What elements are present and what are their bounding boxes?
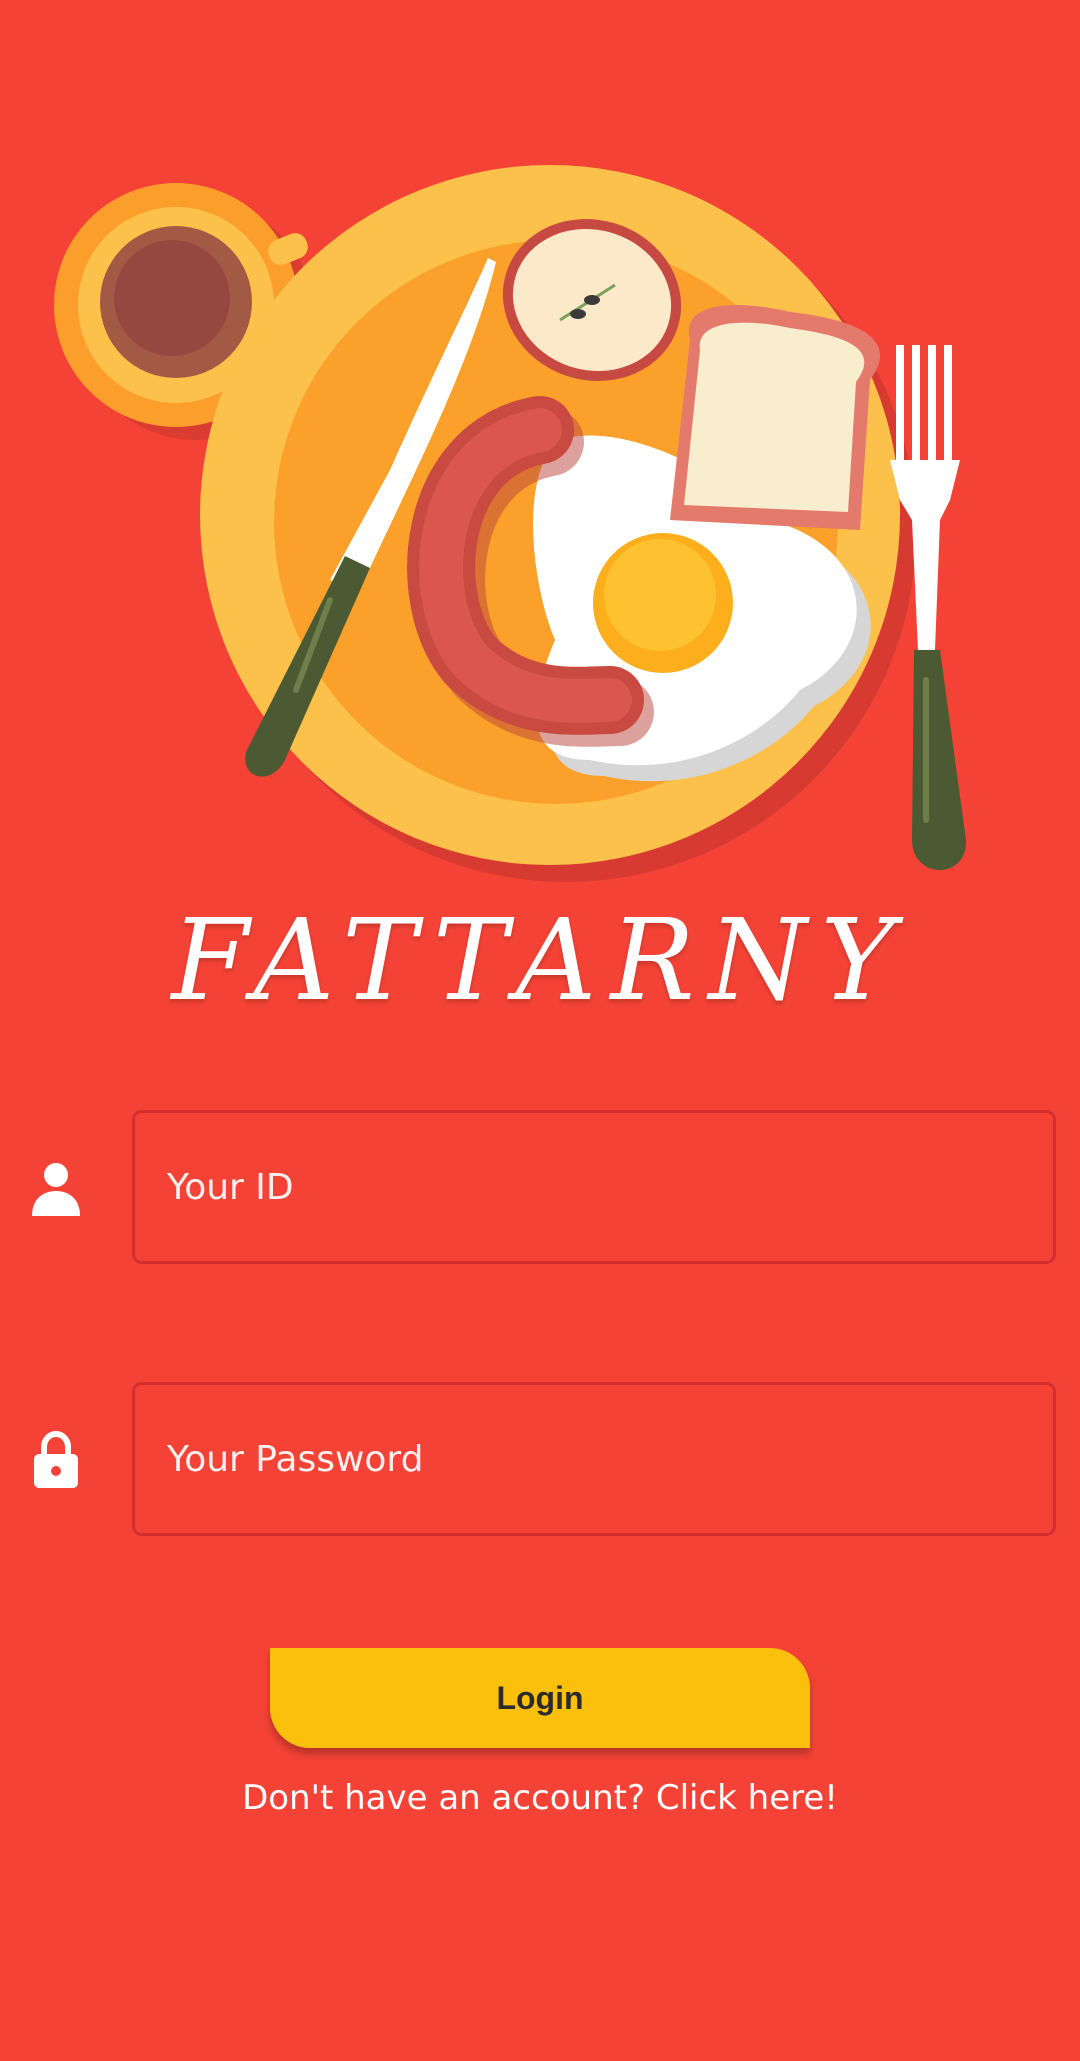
login-button[interactable]: Login <box>270 1648 810 1748</box>
password-field-row <box>0 1382 1080 1538</box>
toast-icon <box>670 305 881 530</box>
id-field-row <box>0 1110 1080 1266</box>
lock-icon <box>30 1430 82 1490</box>
person-icon <box>30 1158 82 1218</box>
password-input[interactable] <box>132 1382 1056 1536</box>
app-title: FATTARNY <box>171 896 909 1026</box>
signup-link[interactable]: Don't have an account? Click here! <box>0 1778 1080 1818</box>
id-input[interactable] <box>132 1110 1056 1264</box>
